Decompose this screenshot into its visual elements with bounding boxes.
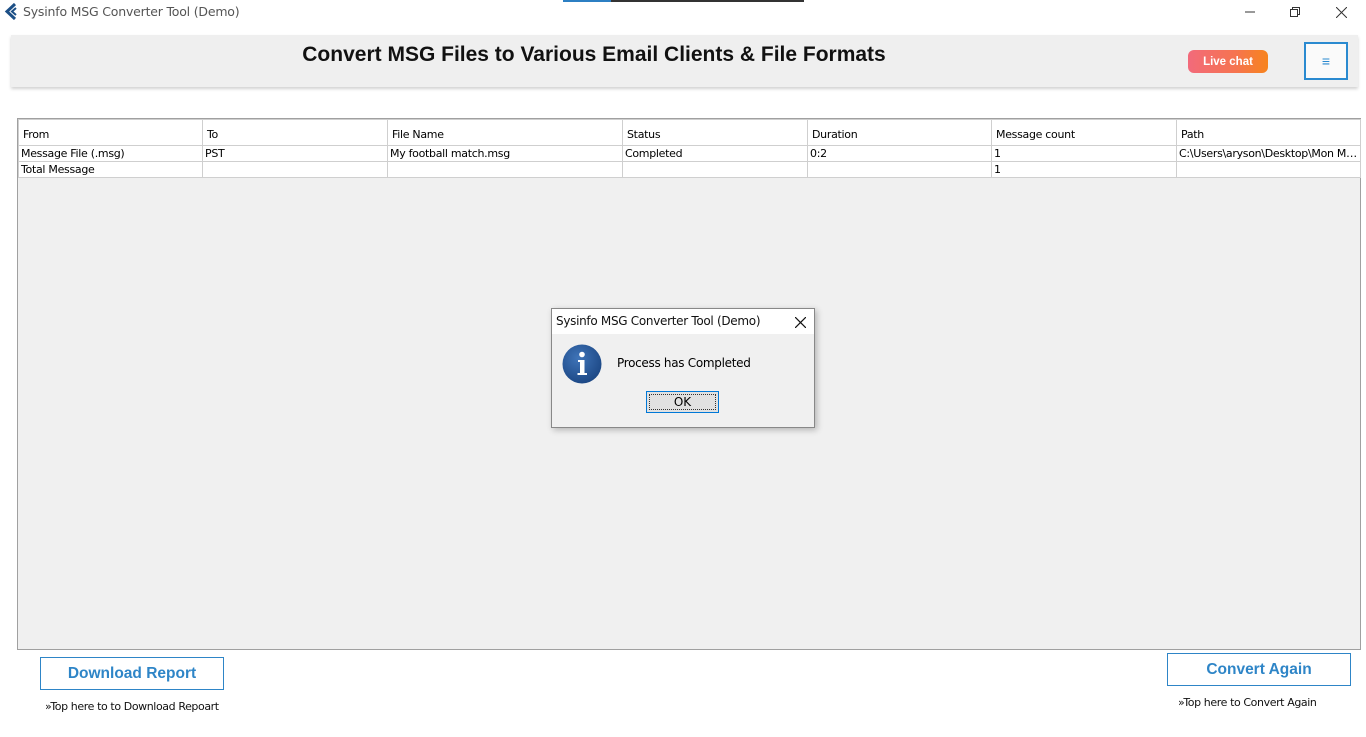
ok-button[interactable]: OK [646, 391, 719, 413]
completion-dialog: Sysinfo MSG Converter Tool (Demo) Proces… [551, 308, 815, 428]
cell-message-count: 1 [991, 161, 1177, 178]
convert-hint: »Top here to Convert Again [1178, 696, 1317, 709]
top-accent-bar [563, 0, 804, 2]
dialog-close-button[interactable] [790, 312, 810, 332]
header-banner: Convert MSG Files to Various Email Clien… [11, 35, 1358, 87]
cell-from: Message File (.msg) [18, 145, 203, 162]
cell-path: C:\Users\aryson\Desktop\Mon May... [1176, 145, 1361, 162]
dialog-message: Process has Completed [617, 356, 751, 370]
table-header-row: From To File Name Status Duration Messag… [18, 119, 1361, 146]
dialog-title: Sysinfo MSG Converter Tool (Demo) [556, 314, 761, 328]
dialog-title-bar: Sysinfo MSG Converter Tool (Demo) [552, 309, 814, 334]
minimize-icon [1245, 11, 1255, 13]
column-header-path[interactable]: Path [1176, 119, 1361, 146]
close-icon [1335, 6, 1347, 18]
column-header-file-name[interactable]: File Name [387, 119, 623, 146]
title-bar: Sysinfo MSG Converter Tool (Demo) [0, 0, 1366, 24]
cell-file-name: My football match.msg [387, 145, 623, 162]
cell-duration [807, 161, 992, 178]
info-icon [562, 344, 602, 384]
window-title: Sysinfo MSG Converter Tool (Demo) [23, 4, 240, 19]
table-row[interactable]: Message File (.msg) PST My football matc… [18, 145, 1361, 162]
download-hint: »Top here to to Download Repoart [45, 700, 219, 713]
column-header-status[interactable]: Status [622, 119, 808, 146]
column-header-to[interactable]: To [202, 119, 388, 146]
restore-button[interactable] [1272, 0, 1318, 24]
cell-message-count: 1 [991, 145, 1177, 162]
results-table: From To File Name Status Duration Messag… [18, 119, 1361, 178]
cell-to: PST [202, 145, 388, 162]
column-header-from[interactable]: From [18, 119, 203, 146]
close-button[interactable] [1318, 0, 1364, 24]
cell-from: Total Message [18, 161, 203, 178]
download-report-button[interactable]: Download Report [40, 657, 224, 690]
column-header-duration[interactable]: Duration [807, 119, 992, 146]
restore-icon [1290, 7, 1300, 17]
menu-button[interactable]: ≡ [1304, 42, 1348, 80]
column-header-message-count[interactable]: Message count [991, 119, 1177, 146]
close-icon [794, 316, 806, 328]
convert-again-button[interactable]: Convert Again [1167, 653, 1351, 686]
app-logo-icon [4, 3, 17, 20]
cell-file-name [387, 161, 623, 178]
cell-status [622, 161, 808, 178]
table-row-total[interactable]: Total Message 1 [18, 161, 1361, 178]
cell-to [202, 161, 388, 178]
cell-status: Completed [622, 145, 808, 162]
page-title: Convert MSG Files to Various Email Clien… [302, 43, 886, 66]
minimize-button[interactable] [1227, 0, 1273, 24]
hamburger-menu-icon: ≡ [1321, 53, 1331, 69]
live-chat-button[interactable]: Live chat [1188, 50, 1268, 73]
cell-path [1176, 161, 1361, 178]
cell-duration: 0:2 [807, 145, 992, 162]
